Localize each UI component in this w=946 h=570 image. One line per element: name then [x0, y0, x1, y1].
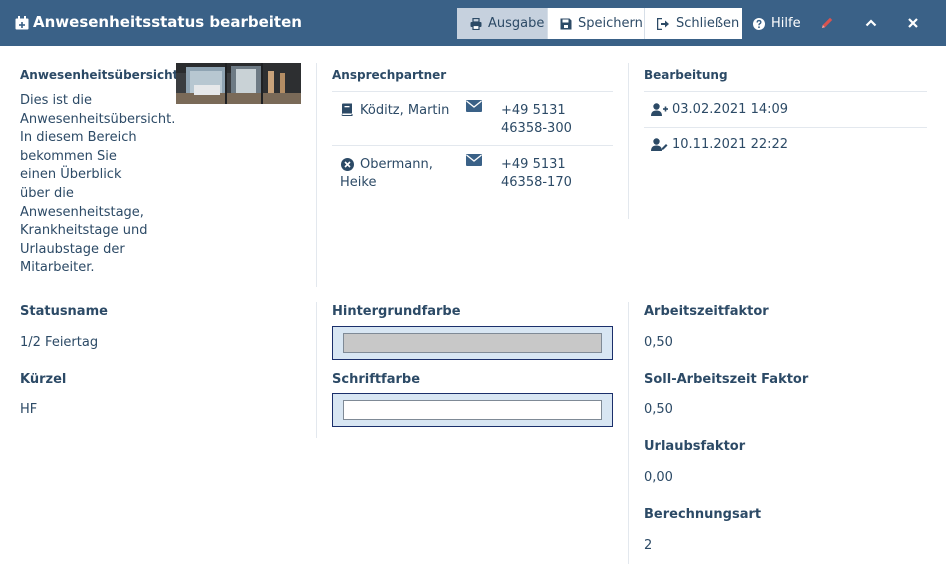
overview-text-line: bekommen Sie [20, 148, 117, 164]
contact-phone-line: 46358-170 [501, 175, 572, 190]
status-name-label: Statusname [20, 304, 108, 319]
contact-name-line: Obermann, [360, 157, 433, 172]
overview-text-line: Mitarbeiter. [20, 260, 95, 276]
created-timestamp: 03.02.2021 14:09 [672, 102, 789, 117]
window-title: Anwesenheitsstatus bearbeiten [33, 13, 302, 31]
contacts-divider [332, 91, 613, 92]
contacts-heading: Ansprechpartner [332, 68, 447, 82]
editing-heading: Bearbeitung [644, 68, 728, 82]
short-value: HF [20, 402, 38, 417]
contact-phone-line: +49 5131 [501, 157, 566, 172]
question-circle-icon [753, 17, 765, 30]
close-icon[interactable] [906, 16, 920, 30]
contact-name: Köditz, Martin [360, 103, 450, 118]
overview-text-line: über die [20, 185, 74, 201]
contact-item: Obermann, Heike [340, 156, 461, 192]
bg-color-swatch[interactable] [343, 333, 602, 353]
target-factor-value: 0,50 [644, 402, 673, 417]
bg-color-label: Hintergrundfarbe [332, 304, 461, 319]
overview-text-line: einen Überblick [20, 167, 122, 183]
modified-entry: 10.11.2021 22:22 [651, 137, 788, 152]
font-color-label: Schriftfarbe [332, 372, 421, 387]
status-name-value: 1/2 Feiertag [20, 335, 99, 350]
overview-text-line: In diesem Bereich [20, 130, 137, 146]
envelope-icon[interactable] [466, 154, 482, 166]
editing-divider [644, 127, 927, 128]
calc-type-label: Berechnungsart [644, 507, 762, 522]
envelope-icon[interactable] [466, 100, 482, 112]
contact-phone: +49 5131 46358-300 [501, 102, 572, 138]
column-divider [316, 63, 317, 287]
x-circle-icon [341, 158, 354, 171]
overview-heading: Anwesenheitsübersicht [20, 68, 179, 82]
bg-color-picker[interactable] [332, 326, 613, 360]
contacts-divider [332, 145, 613, 146]
contact-phone: +49 5131 46358-170 [501, 156, 572, 192]
overview-text-line: Anwesenheitsübersicht. [20, 111, 176, 127]
font-color-picker[interactable] [332, 393, 613, 427]
modified-timestamp: 10.11.2021 22:22 [672, 137, 789, 152]
font-color-swatch[interactable] [343, 400, 602, 420]
output-button-label: Ausgabe [488, 16, 545, 31]
work-factor-label: Arbeitszeitfaktor [644, 304, 769, 319]
printer-icon [470, 17, 482, 30]
target-factor-label: Soll-Arbeitszeit Faktor [644, 372, 809, 387]
calc-type-value: 2 [644, 538, 653, 553]
overview-text: Dies ist die Anwesenheitsübersicht. In d… [20, 92, 176, 278]
help-button[interactable]: Hilfe [753, 8, 801, 39]
short-label: Kürzel [20, 372, 67, 387]
column-divider [628, 302, 629, 564]
column-divider [628, 63, 629, 219]
editing-divider [644, 91, 927, 92]
contact-name-line: Heike [340, 175, 377, 190]
work-factor-value: 0,50 [644, 335, 673, 350]
pencil-icon[interactable] [820, 16, 834, 30]
contact-phone-line: +49 5131 [501, 103, 566, 118]
overview-text-line: Krankheitstage und [20, 223, 148, 239]
close-window-button-label: Schließen [676, 16, 740, 31]
help-button-label: Hilfe [771, 16, 801, 31]
user-edit-icon [651, 138, 668, 151]
floppy-disk-icon [560, 18, 572, 29]
overview-text-line: Dies ist die [20, 93, 93, 108]
vacation-factor-value: 0,00 [644, 470, 673, 485]
save-button[interactable]: Speichern [547, 8, 644, 39]
overview-text-line: Urlaubstage der [20, 241, 125, 257]
column-divider [316, 302, 317, 438]
close-window-button[interactable]: Schließen [644, 8, 742, 39]
contact-name: Heike [340, 174, 461, 192]
output-button[interactable]: Ausgabe [457, 8, 547, 39]
user-plus-icon [651, 103, 668, 116]
calendar-add-icon [15, 16, 29, 30]
vacation-factor-label: Urlaubsfaktor [644, 439, 746, 454]
save-button-label: Speichern [578, 16, 643, 31]
contact-phone-line: 46358-300 [501, 121, 572, 136]
contact-name: Obermann, [341, 156, 461, 174]
title-bar: Anwesenheitsstatus bearbeiten Ausgabe Sp… [0, 0, 946, 46]
overview-text-line: Anwesenheitstage, [20, 204, 144, 220]
chevron-up-icon[interactable] [864, 16, 878, 30]
office-photo [176, 63, 301, 104]
book-icon [341, 103, 353, 116]
exit-icon [657, 17, 669, 30]
created-entry: 03.02.2021 14:09 [651, 102, 788, 117]
